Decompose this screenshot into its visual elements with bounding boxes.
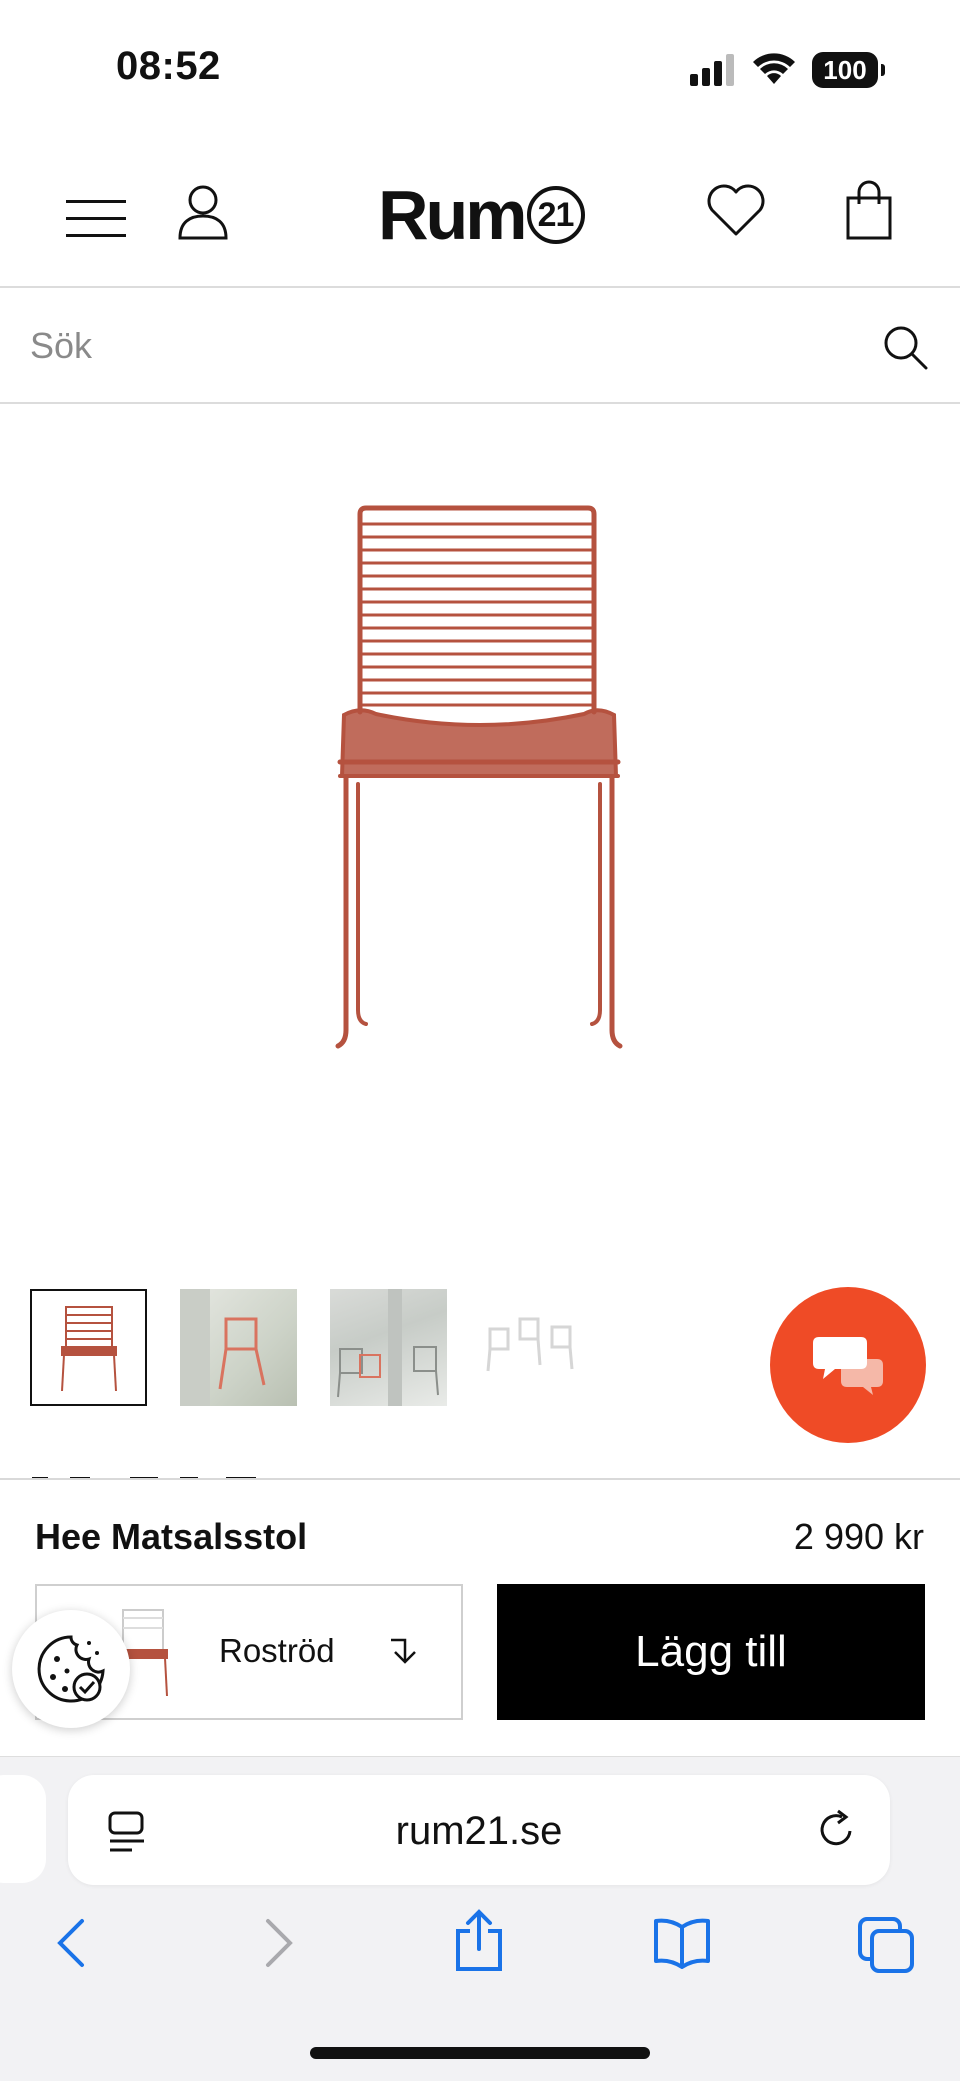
add-to-cart-button[interactable]: Lägg till bbox=[497, 1584, 925, 1720]
back-icon[interactable] bbox=[56, 1917, 86, 1969]
bookmarks-icon[interactable] bbox=[652, 1917, 712, 1969]
address-bar[interactable]: rum21.se bbox=[68, 1775, 890, 1885]
status-time: 08:52 bbox=[116, 44, 221, 88]
sticky-purchase-bar: Hee Matsalsstol 2 990 kr Roströd Lägg ti… bbox=[0, 1478, 960, 1756]
url-text: rum21.se bbox=[395, 1809, 563, 1853]
thumbnail-chair-image bbox=[61, 1306, 117, 1392]
variant-label: Roströd bbox=[219, 1632, 335, 1669]
share-icon[interactable] bbox=[454, 1909, 504, 1971]
status-bar: 08:52 100 bbox=[0, 0, 960, 140]
thumbnail-gallery bbox=[30, 1289, 597, 1406]
menu-icon[interactable] bbox=[66, 200, 126, 240]
rum21-logo[interactable]: Rum 21 bbox=[378, 180, 585, 250]
thumbnail-4[interactable] bbox=[480, 1289, 597, 1406]
home-indicator bbox=[310, 2047, 650, 2059]
battery-icon: 100 bbox=[812, 52, 885, 88]
product-name: Hee Matsalsstol bbox=[35, 1516, 308, 1557]
browser-nav-row bbox=[0, 1907, 960, 1997]
chat-bubbles-icon bbox=[813, 1337, 883, 1395]
logo-text: Rum bbox=[378, 176, 528, 254]
shopping-bag-icon[interactable] bbox=[846, 180, 892, 240]
arrow-down-icon bbox=[391, 1638, 416, 1664]
chat-button[interactable] bbox=[770, 1287, 926, 1443]
cookie-settings-button[interactable] bbox=[12, 1610, 130, 1728]
thumbnail-lifestyle-image bbox=[180, 1289, 266, 1406]
heart-icon[interactable] bbox=[706, 184, 766, 238]
tabs-icon[interactable] bbox=[858, 1917, 916, 1975]
thumbnail-2[interactable] bbox=[180, 1289, 297, 1406]
browser-toolbar: rum21.se bbox=[0, 1756, 960, 2081]
thumbnail-3[interactable] bbox=[330, 1289, 447, 1406]
product-price: 2 990 kr bbox=[793, 1516, 924, 1557]
search-input[interactable] bbox=[30, 314, 850, 378]
reload-icon[interactable] bbox=[818, 1809, 858, 1851]
search-icon[interactable] bbox=[882, 324, 928, 370]
product-image-chair[interactable] bbox=[300, 500, 660, 1050]
forward-icon[interactable] bbox=[264, 1917, 294, 1969]
cellular-signal-icon bbox=[690, 54, 734, 86]
logo-badge: 21 bbox=[526, 186, 585, 244]
thumbnail-interior-image bbox=[337, 1289, 439, 1406]
cookie-icon bbox=[37, 1635, 105, 1703]
account-icon[interactable] bbox=[178, 184, 228, 240]
thumbnail-1[interactable] bbox=[30, 1289, 147, 1406]
site-header: Rum 21 bbox=[0, 140, 960, 288]
thumbnail-faded-image bbox=[486, 1317, 574, 1372]
wifi-icon bbox=[753, 53, 795, 84]
previous-tab-preview[interactable] bbox=[0, 1775, 46, 1883]
search-bar bbox=[0, 290, 960, 404]
